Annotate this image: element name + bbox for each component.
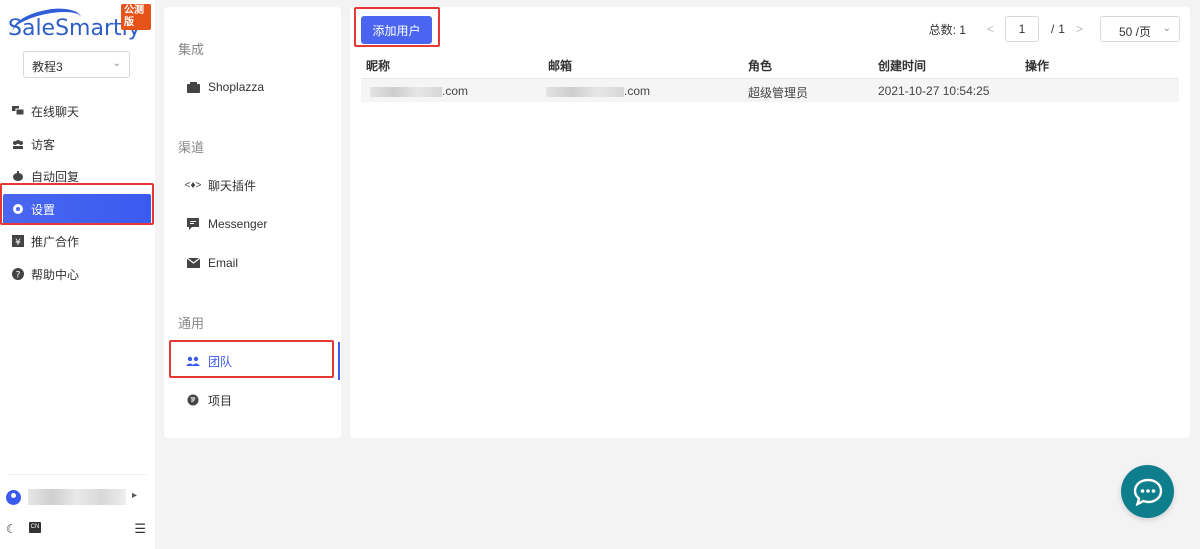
page-separator: /	[1050, 22, 1055, 36]
total-count: 总数: 1	[929, 21, 966, 38]
svg-text:¥: ¥	[15, 238, 21, 247]
user-name-blurred	[28, 489, 126, 505]
yen-icon: ¥	[12, 235, 24, 247]
moon-icon[interactable]: ☾	[6, 522, 17, 536]
language-icon[interactable]: CN	[29, 522, 41, 533]
brand-logo[interactable]: SaleSmartly 公测版	[6, 3, 151, 47]
email-suffix: .com	[624, 84, 651, 98]
group-title-channels: 渠道	[178, 140, 205, 155]
nav-item-settings[interactable]: 设置	[3, 194, 151, 224]
shop-icon	[186, 81, 200, 93]
left-sidebar: SaleSmartly 公测版 教程3 ⌄ 在线聊天 访客 自动回复 设置 ¥ …	[0, 0, 155, 549]
nav-item-label: 帮助中心	[31, 267, 80, 282]
subnav-item-shoplazza[interactable]: Shoplazza	[178, 72, 328, 102]
settings-subnav: 集成 Shoplazza 渠道 <♦> 聊天插件 Messenger Email…	[164, 7, 341, 438]
beta-badge: 公测版	[121, 4, 151, 30]
globe-icon	[186, 394, 200, 406]
page-size-value: 50 /页	[1119, 25, 1152, 39]
add-user-button[interactable]: 添加用户	[361, 16, 432, 44]
nav-item-label: 访客	[31, 137, 56, 152]
blurred-text	[370, 86, 442, 97]
pagination: 总数: 1 < 1 / 1 > 50 /页 ⌄	[929, 16, 1180, 42]
nav-item-label: 在线聊天	[31, 104, 80, 119]
prev-page-icon[interactable]: <	[987, 22, 994, 36]
group-title-general: 通用	[178, 316, 205, 331]
chat-widget-button[interactable]	[1121, 465, 1174, 518]
column-header-created: 创建时间	[878, 59, 927, 73]
cell-created: 2021-10-27 10:54:25	[878, 84, 990, 98]
visitors-icon	[12, 138, 24, 150]
subnav-item-chat-plugin[interactable]: <♦> 聊天插件	[178, 170, 328, 200]
chevron-right-icon: ▸	[132, 490, 138, 501]
team-icon	[186, 356, 200, 366]
cell-email: .com	[546, 84, 650, 98]
group-title-integration: 集成	[178, 42, 205, 57]
subnav-item-label: Email	[208, 256, 239, 270]
chevron-down-icon: ⌄	[112, 58, 121, 69]
active-indicator	[338, 342, 340, 380]
email-icon	[186, 258, 200, 268]
column-header-nickname: 昵称	[366, 59, 391, 73]
blurred-text	[546, 86, 624, 97]
chat-icon	[12, 105, 24, 117]
bottom-toolbar: ☾ CN ☰	[6, 520, 148, 538]
chat-bubble-icon	[1133, 478, 1162, 506]
svg-text:?: ?	[16, 271, 21, 281]
page-count: 1	[1058, 22, 1065, 36]
nav-item-chat[interactable]: 在线聊天	[0, 96, 155, 126]
nav-item-visitors[interactable]: 访客	[0, 129, 155, 159]
subnav-item-label: Messenger	[208, 217, 268, 231]
subnav-item-team[interactable]: 团队	[178, 346, 328, 376]
divider	[8, 474, 146, 475]
avatar	[6, 490, 21, 505]
collapse-menu-icon[interactable]: ☰	[134, 521, 146, 537]
table-header: 昵称 邮箱 角色 创建时间 操作	[361, 51, 1179, 79]
subnav-item-label: 聊天插件	[208, 178, 257, 193]
settings-icon	[12, 203, 24, 215]
next-page-icon[interactable]: >	[1076, 22, 1083, 36]
total-value: 1	[959, 22, 966, 37]
cell-nickname: .com	[370, 84, 468, 98]
nav-item-label: 设置	[31, 202, 56, 217]
total-label: 总数:	[928, 22, 956, 37]
cell-role: 超级管理员	[748, 86, 809, 100]
nav-item-label: 自动回复	[31, 169, 80, 184]
subnav-item-project[interactable]: 项目	[178, 385, 328, 415]
project-select[interactable]: 教程3 ⌄	[23, 51, 130, 78]
chevron-down-icon: ⌄	[1162, 23, 1171, 34]
subnav-item-email[interactable]: Email	[178, 248, 328, 278]
subnav-item-label: Shoplazza	[208, 80, 265, 94]
subnav-item-label: 项目	[208, 393, 233, 408]
column-header-email: 邮箱	[548, 59, 573, 73]
page-input[interactable]: 1	[1004, 16, 1039, 42]
subnav-item-label: 团队	[208, 354, 233, 369]
nav-item-label: 推广合作	[31, 234, 80, 249]
table-row[interactable]: .com .com 超级管理员 2021-10-27 10:54:25	[361, 79, 1179, 102]
robot-icon	[12, 170, 24, 182]
column-header-role: 角色	[748, 59, 773, 73]
messenger-icon	[186, 218, 200, 230]
project-select-value: 教程3	[32, 60, 63, 74]
user-profile[interactable]: ▸	[6, 488, 146, 508]
page-size-select[interactable]: 50 /页 ⌄	[1100, 16, 1180, 42]
nav-item-affiliate[interactable]: ¥ 推广合作	[0, 226, 155, 256]
nickname-suffix: .com	[442, 84, 469, 98]
subnav-item-messenger[interactable]: Messenger	[178, 209, 328, 239]
nav-item-auto-reply[interactable]: 自动回复	[0, 161, 155, 191]
column-header-actions: 操作	[1025, 59, 1050, 73]
team-panel: 添加用户 总数: 1 < 1 / 1 > 50 /页 ⌄ 昵称 邮箱 角色 创建…	[350, 7, 1190, 438]
nav-item-help[interactable]: ? 帮助中心	[0, 259, 155, 289]
help-icon: ?	[12, 268, 24, 280]
code-icon: <♦>	[184, 179, 202, 191]
